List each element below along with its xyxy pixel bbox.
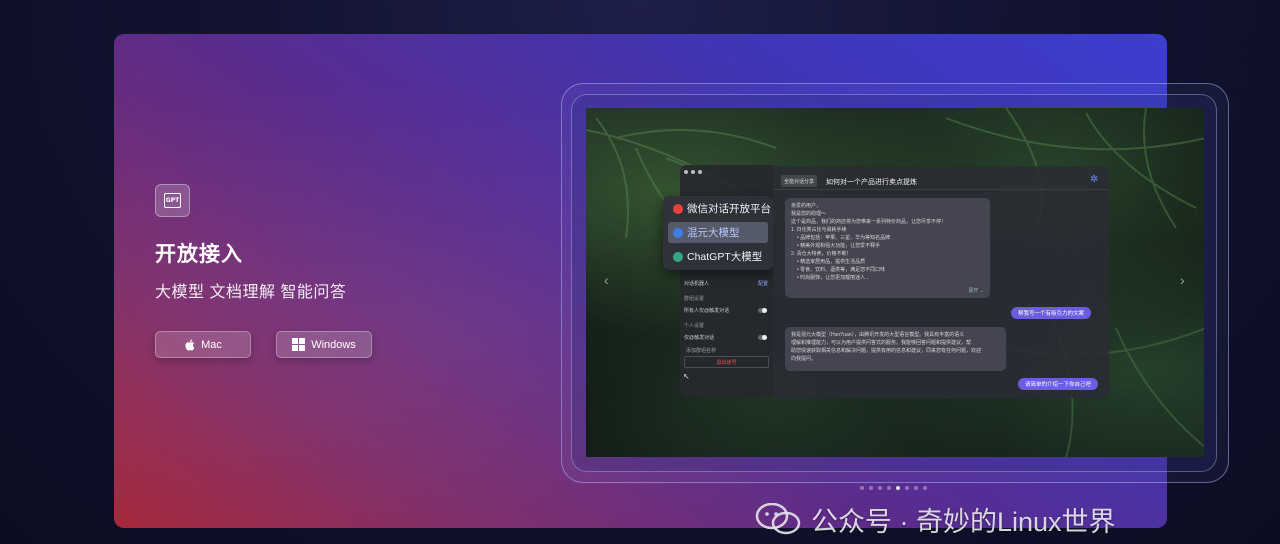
menu-item-label: 混元大模型	[687, 227, 740, 239]
carousel-next-icon[interactable]: ›	[1180, 272, 1185, 288]
group-option-toggle[interactable]	[758, 308, 767, 313]
window-controls[interactable]	[684, 170, 702, 174]
carousel-dot[interactable]	[923, 486, 927, 490]
ai-message: 我是混元大模型（HunYuan），由腾讯开发的大型语言模型。我具有丰富的语义 理…	[785, 327, 1006, 371]
menu-item-label: 微信对话开放平台	[687, 203, 771, 215]
message-line: 理解和推理能力，可以为用户提供问答式的服务。我能够回答问题和提供建议，帮	[791, 340, 972, 346]
hero-subtitle: 大模型 文档理解 智能问答	[155, 284, 347, 301]
mouse-cursor-icon: ↖	[683, 372, 690, 381]
app-logo-icon: ✲	[1090, 174, 1099, 185]
user-message: 帮我写一个有吸引力的文案	[1011, 307, 1092, 319]
menu-item-chatgpt[interactable]: ChatGPT大模型	[668, 246, 768, 267]
message-line: 亲爱的用户，	[791, 203, 822, 209]
hunyuan-icon	[673, 227, 683, 238]
download-mac-button[interactable]: Mac	[155, 331, 251, 358]
wechat-icon	[755, 503, 801, 535]
apple-icon	[185, 339, 195, 351]
carousel-dot[interactable]	[878, 486, 882, 490]
message-line: • 精选家居用品，提供生活品质	[797, 259, 866, 265]
message-line: 助您快速获取相关信息和解决问题，提供有用的信息和建议，同来您有任何问题，欢迎	[791, 348, 982, 354]
personal-option-label: 仅@触发对话	[684, 335, 715, 341]
chatgpt-icon	[673, 251, 683, 262]
wechat-platform-icon	[673, 203, 683, 214]
watermark: 公众号 · 奇妙的Linux世界	[755, 501, 1116, 537]
add-group-input[interactable]: 添加群组名称	[686, 347, 716, 354]
chat-query-input[interactable]: 如何对一个产品进行卖点提炼	[826, 177, 917, 187]
menu-item-hunyuan[interactable]: 混元大模型	[668, 222, 768, 243]
carousel-prev-icon[interactable]: ‹	[604, 272, 609, 288]
menu-item-wechat[interactable]: 微信对话开放平台	[668, 198, 771, 219]
gpt-icon: GPT	[155, 184, 190, 217]
message-line: 2. 清仓大特卖，价格不断！	[791, 251, 852, 257]
hero-title: 开放接入	[155, 243, 243, 266]
chat-header	[773, 172, 1109, 190]
message-line: • 品牌包括：苹果、三星、华为等知名品牌	[797, 235, 891, 241]
message-line: 我是您的助理～	[791, 211, 827, 217]
windows-icon	[292, 338, 306, 351]
gpt-icon-label: GPT	[164, 193, 181, 208]
download-windows-button[interactable]: Windows	[276, 331, 372, 358]
carousel-dot[interactable]	[905, 486, 909, 490]
message-line: • 零食、饮料、酒类等，满足您不同口味	[797, 267, 886, 273]
message-line: 1. 日化类占比与易耗手续	[791, 227, 847, 233]
carousel-dot[interactable]	[914, 486, 918, 490]
personal-option-toggle[interactable]	[758, 335, 767, 340]
menu-item-label: ChatGPT大模型	[687, 251, 763, 263]
download-mac-label: Mac	[201, 338, 222, 351]
group-option-label: 所有人仅@触发对话	[684, 308, 730, 314]
logout-button[interactable]: 退出账号	[684, 356, 769, 368]
carousel-dots	[860, 486, 927, 490]
message-line: 向我提问。	[791, 356, 817, 362]
message-line: 我是混元大模型（HunYuan），由腾讯开发的大型语言模型。我具有丰富的语义	[791, 332, 965, 338]
carousel-dot-active[interactable]	[896, 486, 900, 490]
settings-section-label: 对话机器人	[684, 281, 710, 287]
chat-tag[interactable]: 全能对话分享	[781, 175, 818, 187]
logout-label: 退出账号	[716, 359, 737, 366]
carousel-dot[interactable]	[869, 486, 873, 490]
carousel-dot[interactable]	[887, 486, 891, 490]
message-line: • 时尚服饰，让您更加靓丽迷人...	[797, 275, 870, 281]
ai-message: 亲爱的用户， 我是您的助理～ 这个是商品，我们的商店将为您带来一系列特价商品，让…	[785, 198, 990, 298]
group-settings-label: 群组设置	[684, 296, 705, 302]
settings-config-link[interactable]: 配置	[758, 280, 768, 287]
model-selector-menu: 微信对话开放平台 混元大模型 ChatGPT大模型	[663, 196, 773, 270]
download-windows-label: Windows	[311, 338, 356, 351]
personal-settings-label: 个人设置	[684, 323, 705, 329]
user-message: 请简单的介绍一下你自己吧	[1018, 378, 1099, 390]
message-line: 这个是商品，我们的商店将为您带来一系列特价商品，让您尽享不停！	[791, 219, 947, 225]
message-line: • 精美外观和强大功能，让您爱不释手	[797, 243, 881, 249]
watermark-text: 公众号 · 奇妙的Linux世界	[811, 506, 1116, 537]
expand-link[interactable]: 展开 ⌄	[968, 287, 984, 295]
carousel-dot[interactable]	[860, 486, 864, 490]
